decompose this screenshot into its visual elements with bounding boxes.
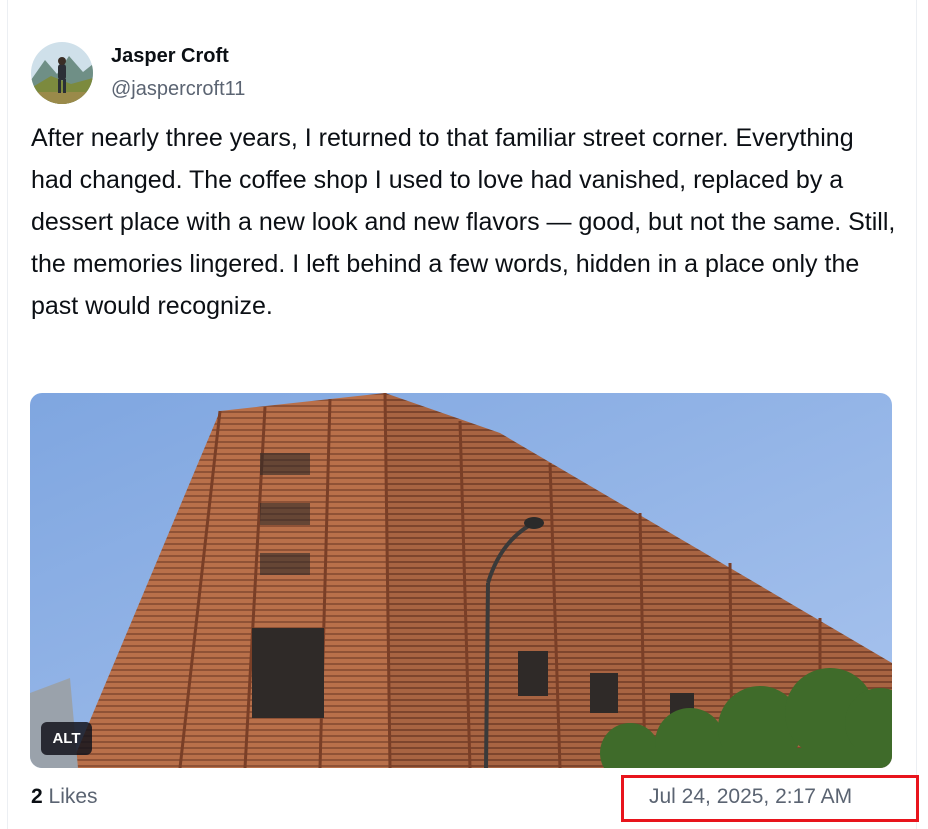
post-timestamp[interactable]: Jul 24, 2025, 2:17 AM (649, 785, 852, 809)
author-display-name[interactable]: Jasper Croft (111, 45, 229, 68)
building-photo (30, 393, 892, 768)
likes-label: Likes (48, 785, 98, 808)
post-image[interactable] (30, 393, 892, 768)
likes-count: 2 (31, 785, 43, 808)
avatar-hiker-mountains-icon (31, 42, 93, 104)
author-avatar[interactable] (31, 42, 93, 104)
author-handle[interactable]: @jaspercroft11 (111, 78, 245, 101)
post-text: After nearly three years, I returned to … (31, 124, 896, 320)
alt-text-badge[interactable]: ALT (41, 722, 92, 755)
likes-counter[interactable]: 2 Likes (31, 785, 98, 809)
